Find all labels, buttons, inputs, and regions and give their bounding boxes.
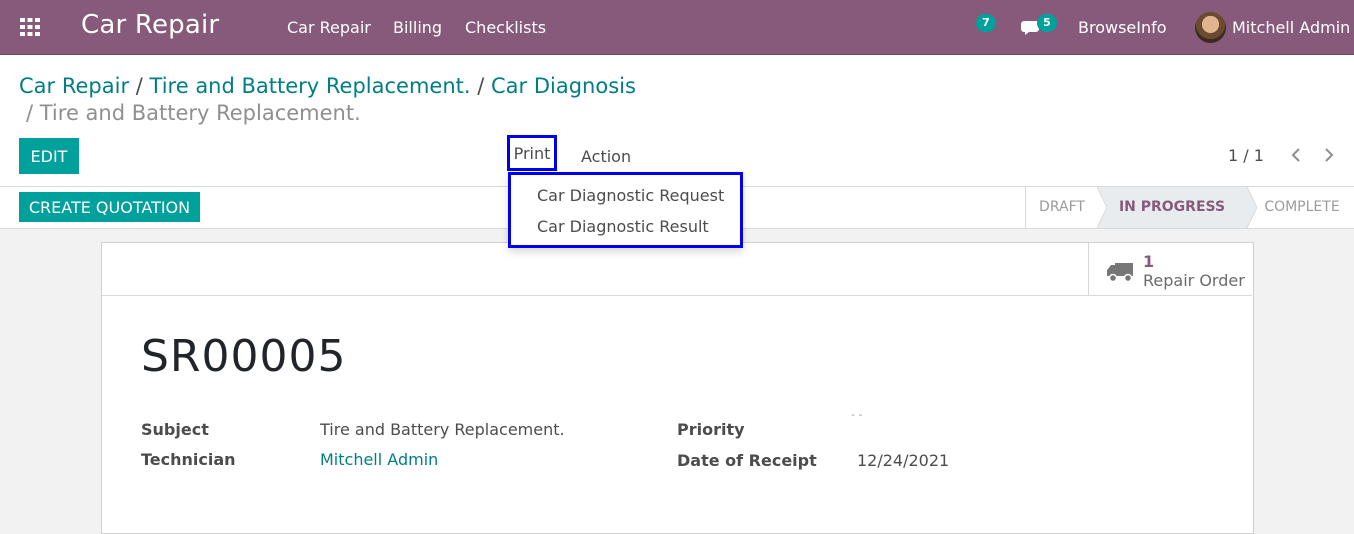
breadcrumb-item-tire-battery[interactable]: Tire and Battery Replacement.: [150, 74, 471, 98]
priority-label: Priority: [677, 420, 745, 439]
stage-complete[interactable]: COMPLETE: [1252, 187, 1352, 228]
print-dropdown-menu: Car Diagnostic Request Car Diagnostic Re…: [508, 172, 743, 248]
chevron-right-icon: [1325, 148, 1334, 162]
activity-count-badge: 7: [976, 14, 996, 32]
repair-order-label: Repair Order: [1143, 271, 1245, 290]
pager-value[interactable]: 1 / 1: [1228, 146, 1264, 165]
breadcrumb: Car Repair / Tire and Battery Replacemen…: [19, 70, 636, 102]
repair-order-count: 1: [1143, 252, 1155, 271]
technician-label: Technician: [141, 450, 236, 469]
repair-order-smart-button[interactable]: 1 Repair Order: [1088, 243, 1253, 295]
record-title: SR00005: [141, 331, 347, 382]
form-sheet: [101, 242, 1254, 534]
messages-count-badge: 5: [1037, 14, 1057, 32]
breadcrumb-separator: /: [477, 74, 492, 98]
divider: [102, 295, 1252, 296]
create-quotation-button[interactable]: CREATE QUOTATION: [19, 192, 200, 222]
chevron-left-icon: [1291, 148, 1300, 162]
stage-in-progress[interactable]: IN PROGRESS: [1097, 187, 1247, 228]
pager-next-button[interactable]: [1322, 146, 1336, 164]
breadcrumb-item-car-diagnosis[interactable]: Car Diagnosis: [491, 74, 636, 98]
menu-item-car-diagnostic-request[interactable]: Car Diagnostic Request: [537, 186, 724, 205]
menu-item-billing[interactable]: Billing: [393, 18, 442, 37]
breadcrumb-separator: /: [135, 74, 150, 98]
app-title[interactable]: Car Repair: [81, 10, 219, 40]
stage-draft[interactable]: DRAFT: [1025, 187, 1098, 228]
pager-previous-button[interactable]: [1289, 146, 1303, 164]
user-menu[interactable]: Mitchell Admin: [1232, 18, 1350, 37]
subject-value: Tire and Battery Replacement.: [320, 420, 565, 439]
breadcrumb-current: / Tire and Battery Replacement.: [26, 101, 361, 125]
technician-link[interactable]: Mitchell Admin: [320, 450, 438, 469]
top-navbar: Car Repair Car Repair Billing Checklists…: [0, 0, 1354, 55]
print-button[interactable]: Print: [507, 135, 557, 171]
edit-button[interactable]: EDIT: [19, 138, 79, 174]
menu-item-car-repair[interactable]: Car Repair: [287, 18, 371, 37]
avatar[interactable]: [1195, 12, 1226, 43]
truck-icon: [1107, 263, 1133, 283]
subject-label: Subject: [141, 420, 209, 439]
menu-item-car-diagnostic-result[interactable]: Car Diagnostic Result: [537, 217, 709, 236]
priority-widget[interactable]: - -: [851, 408, 862, 421]
menu-item-checklists[interactable]: Checklists: [465, 18, 546, 37]
action-button[interactable]: Action: [581, 147, 631, 166]
date-of-receipt-value: 12/24/2021: [857, 451, 950, 470]
apps-grid-icon[interactable]: [20, 18, 40, 36]
company-switcher[interactable]: BrowseInfo: [1078, 18, 1167, 37]
date-of-receipt-label: Date of Receipt: [677, 451, 817, 470]
breadcrumb-item-car-repair[interactable]: Car Repair: [19, 74, 129, 98]
